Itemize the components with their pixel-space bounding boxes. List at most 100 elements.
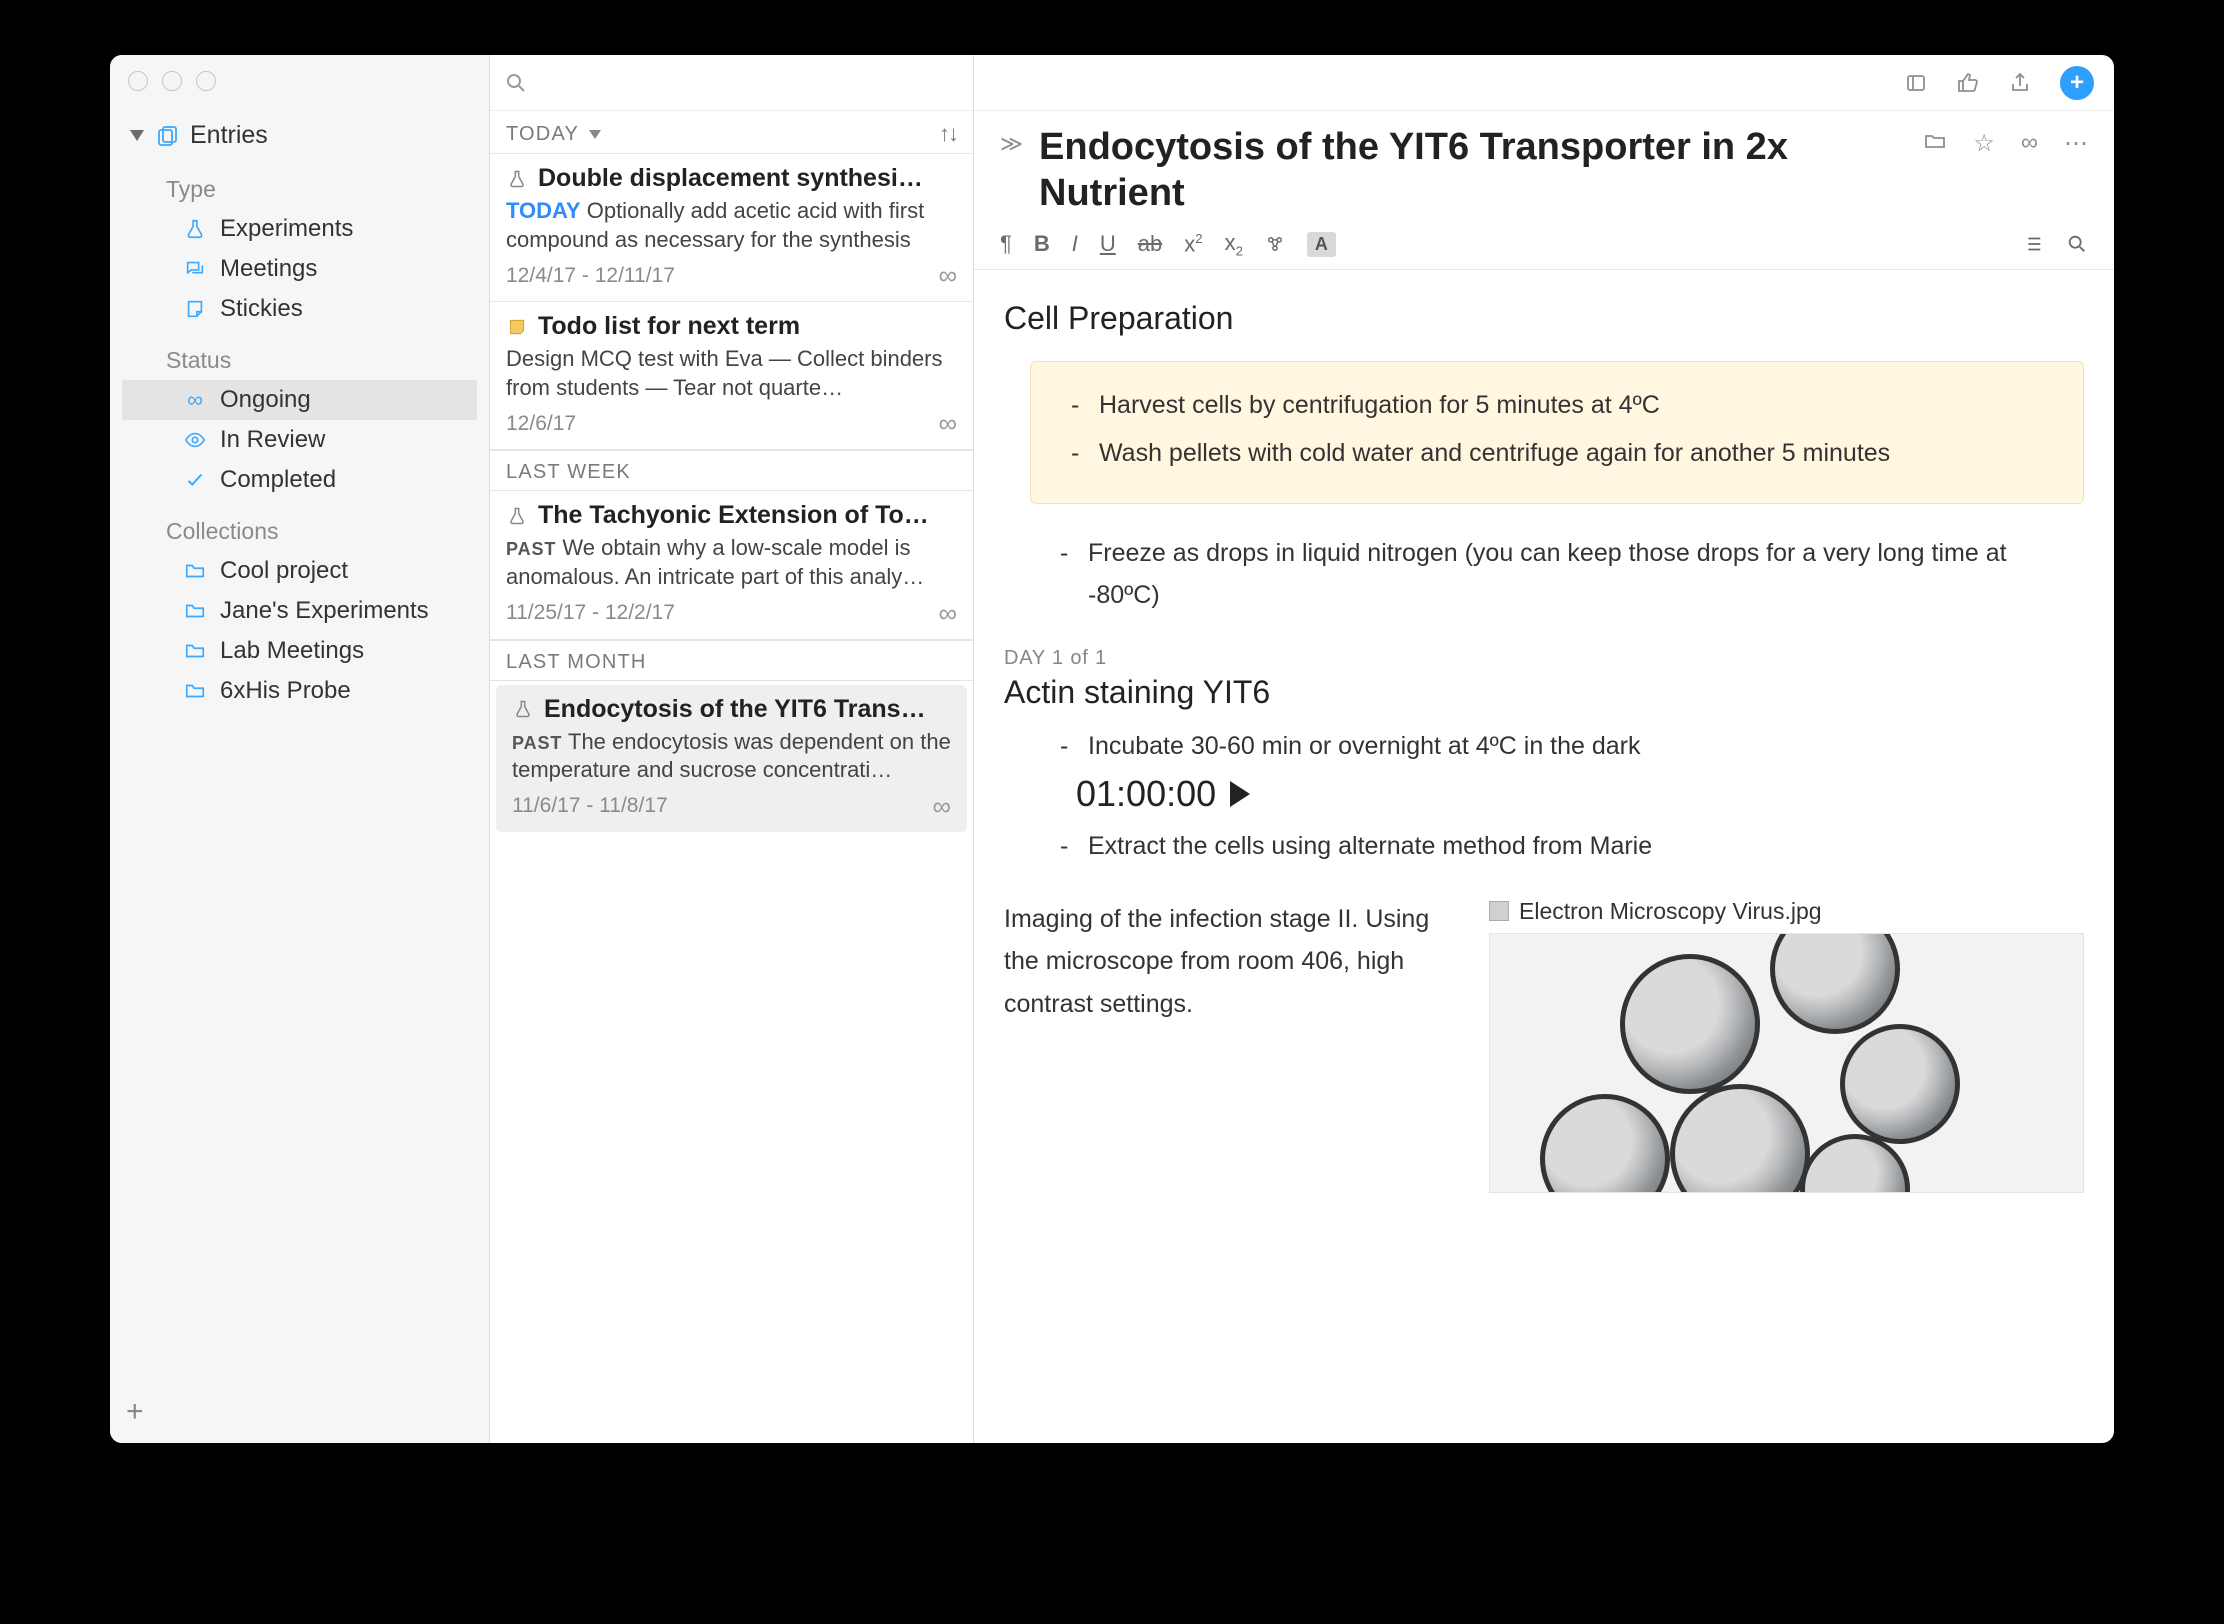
sidebar-toggle-icon[interactable] <box>1904 71 1928 95</box>
highlight-button[interactable]: A <box>1307 232 1336 257</box>
entry-item[interactable]: The Tachyonic Extension of To… PAST We o… <box>490 491 973 639</box>
sidebar-item-in-review[interactable]: In Review <box>122 420 477 460</box>
search-icon[interactable] <box>504 71 528 95</box>
underline-button[interactable]: U <box>1100 231 1116 257</box>
infinity-icon: ∞ <box>182 387 208 413</box>
timer[interactable]: 01:00:00 <box>1076 773 2084 815</box>
find-icon[interactable] <box>2066 233 2088 255</box>
editor-toolbar: + <box>974 55 2114 111</box>
image-thumb-icon <box>1489 901 1509 921</box>
entry-item[interactable]: Double displacement synthesi… TODAY Opti… <box>490 154 973 302</box>
list-section-last-week[interactable]: LAST WEEK <box>490 450 973 491</box>
day-label: DAY 1 of 1 <box>1004 647 2084 670</box>
attachment-filename: Electron Microscopy Virus.jpg <box>1519 898 1822 925</box>
timer-value: 01:00:00 <box>1076 773 1216 815</box>
infinity-icon: ∞ <box>932 791 951 822</box>
list-section-today[interactable]: TODAY ↑↓ <box>490 111 973 154</box>
outline-icon[interactable] <box>2022 233 2044 255</box>
section-heading: Cell Preparation <box>1004 300 2084 337</box>
folder-icon <box>182 678 208 704</box>
entry-date: 12/6/17 <box>506 412 576 436</box>
folder-icon <box>182 638 208 664</box>
entry-date: 11/6/17 - 11/8/17 <box>512 794 668 818</box>
zoom-window[interactable] <box>196 71 216 91</box>
entry-list: TODAY ↑↓ Double displacement synthesi… T… <box>490 55 974 1443</box>
format-bar: ¶ B I U ab x2 x2 A <box>974 224 2114 269</box>
sidebar-heading-type: Type <box>122 158 477 209</box>
section-label: LAST MONTH <box>506 651 647 674</box>
sidebar-heading-collections: Collections <box>122 500 477 551</box>
sidebar-root-label: Entries <box>190 121 268 150</box>
entry-title: Double displacement synthesi… <box>538 164 923 193</box>
sidebar-item-experiments[interactable]: Experiments <box>122 209 477 249</box>
infinity-icon: ∞ <box>938 260 957 291</box>
entry-item-selected[interactable]: Endocytosis of the YIT6 Trans… PAST The … <box>496 685 967 832</box>
share-icon[interactable] <box>2008 71 2032 95</box>
document-body[interactable]: Cell Preparation Harvest cells by centri… <box>974 270 2114 1213</box>
sidebar-item-label: Jane's Experiments <box>220 597 429 625</box>
list-item: Wash pellets with cold water and centrif… <box>1071 432 2055 475</box>
list-toolbar <box>490 55 973 111</box>
close-window[interactable] <box>128 71 148 91</box>
sidebar-item-6xhis-probe[interactable]: 6xHis Probe <box>122 671 477 711</box>
star-icon[interactable]: ☆ <box>1973 129 1995 158</box>
disclosure-triangle-icon <box>130 130 144 141</box>
list-item: Harvest cells by centrifugation for 5 mi… <box>1071 384 2055 427</box>
bold-button[interactable]: B <box>1034 231 1050 257</box>
eye-icon <box>182 427 208 453</box>
sidebar-item-ongoing[interactable]: ∞ Ongoing <box>122 380 477 420</box>
entry-item[interactable]: Todo list for next term Design MCQ test … <box>490 302 973 450</box>
play-icon[interactable] <box>1230 781 1250 807</box>
imaging-note: Imaging of the infection stage II. Using… <box>1004 898 1459 1026</box>
sidebar-item-label: 6xHis Probe <box>220 677 351 705</box>
sidebar-item-meetings[interactable]: Meetings <box>122 249 477 289</box>
section-heading: Actin staining YIT6 <box>1004 674 2084 711</box>
flask-icon <box>182 216 208 242</box>
add-collection-button[interactable]: + <box>126 1395 144 1429</box>
link-button[interactable] <box>1265 234 1285 254</box>
sidebar-item-label: Cool project <box>220 557 348 585</box>
entry-date: 12/4/17 - 12/11/17 <box>506 264 675 288</box>
more-icon[interactable]: ⋯ <box>2064 129 2088 158</box>
infinity-icon[interactable]: ∞ <box>2021 129 2038 158</box>
callout-block: Harvest cells by centrifugation for 5 mi… <box>1030 361 2084 504</box>
section-label: LAST WEEK <box>506 461 631 484</box>
sidebar-item-lab-meetings[interactable]: Lab Meetings <box>122 631 477 671</box>
infinity-icon: ∞ <box>938 598 957 629</box>
document-title[interactable]: Endocytosis of the YIT6 Transporter in 2… <box>1039 125 1903 216</box>
sidebar-item-stickies[interactable]: Stickies <box>122 289 477 329</box>
infinity-icon: ∞ <box>938 408 957 439</box>
list-section-last-month[interactable]: LAST MONTH <box>490 640 973 681</box>
strike-button[interactable]: ab <box>1138 231 1162 257</box>
flask-icon <box>506 168 528 190</box>
chat-icon <box>182 256 208 282</box>
attachment[interactable]: Electron Microscopy Virus.jpg <box>1489 898 2084 1193</box>
entry-title: Todo list for next term <box>538 312 800 341</box>
thumbs-up-icon[interactable] <box>1956 71 1980 95</box>
list-item: Incubate 30-60 min or overnight at 4ºC i… <box>1060 725 2084 768</box>
sidebar-item-label: Stickies <box>220 295 303 323</box>
new-entry-button[interactable]: + <box>2060 66 2094 100</box>
sidebar-item-janes-experiments[interactable]: Jane's Experiments <box>122 591 477 631</box>
editor: + ≫ Endocytosis of the YIT6 Transporter … <box>974 55 2114 1443</box>
sidebar-item-label: Meetings <box>220 255 317 283</box>
sidebar-item-cool-project[interactable]: Cool project <box>122 551 477 591</box>
section-label: TODAY <box>506 123 579 146</box>
sort-toggle[interactable]: ↑↓ <box>939 121 957 147</box>
superscript-button[interactable]: x2 <box>1184 231 1202 257</box>
sidebar-item-completed[interactable]: Completed <box>122 460 477 500</box>
minimize-window[interactable] <box>162 71 182 91</box>
paragraph-icon[interactable]: ¶ <box>1000 231 1012 257</box>
expand-icon[interactable]: ≫ <box>1000 125 1023 157</box>
sidebar-item-label: Ongoing <box>220 386 311 414</box>
flask-icon <box>506 505 528 527</box>
sidebar-item-label: Experiments <box>220 215 353 243</box>
chevron-down-icon <box>589 130 601 139</box>
entry-title: The Tachyonic Extension of To… <box>538 501 929 530</box>
folder-icon[interactable] <box>1923 129 1947 158</box>
subscript-button[interactable]: x2 <box>1225 230 1243 258</box>
entry-snippet: TODAY Optionally add acetic acid with fi… <box>506 197 957 254</box>
entry-snippet: PAST The endocytosis was dependent on th… <box>512 728 951 785</box>
italic-button[interactable]: I <box>1072 231 1078 257</box>
sidebar-root-entries[interactable]: Entries <box>122 113 477 158</box>
